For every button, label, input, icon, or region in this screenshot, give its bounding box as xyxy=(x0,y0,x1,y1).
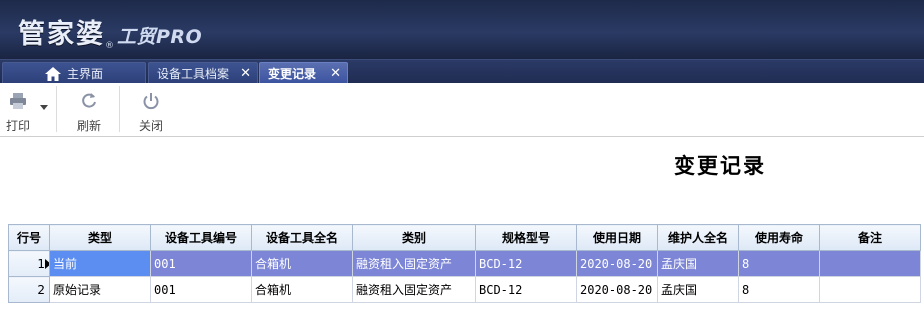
cell-model[interactable]: BCD-12 xyxy=(475,250,577,277)
close-icon[interactable]: ✕ xyxy=(240,66,251,81)
cell-model[interactable]: BCD-12 xyxy=(475,276,577,303)
cell-category[interactable]: 融资租入固定资产 xyxy=(352,276,476,303)
table-row[interactable]: 1 当前 001 合箱机 融资租入固定资产 BCD-12 2020-08-20 … xyxy=(8,250,921,277)
app-logo: 管家婆 ® 工贸PRO xyxy=(18,12,202,51)
cell-note[interactable] xyxy=(819,250,921,277)
cell-type[interactable]: 原始记录 xyxy=(49,276,151,303)
column-header[interactable]: 类型 xyxy=(49,224,151,251)
page-title: 变更记录 xyxy=(674,153,766,178)
cell-code[interactable]: 001 xyxy=(150,276,252,303)
cell-note[interactable] xyxy=(819,276,921,303)
column-header[interactable]: 规格型号 xyxy=(475,224,577,251)
toolbar-divider xyxy=(56,86,57,132)
row-number[interactable]: 1 xyxy=(8,250,50,277)
chevron-down-icon[interactable] xyxy=(40,105,48,110)
cell-life[interactable]: 8 xyxy=(738,276,820,303)
tab-change-record-label: 变更记录 xyxy=(268,67,317,81)
app-header: 管家婆 ® 工贸PRO xyxy=(0,0,924,59)
cell-name[interactable]: 合箱机 xyxy=(251,276,353,303)
cell-type[interactable]: 当前 xyxy=(49,250,151,277)
column-header[interactable]: 使用日期 xyxy=(576,224,658,251)
records-table: 行号 类型 设备工具编号 设备工具全名 类别 规格型号 使用日期 维护人全名 使… xyxy=(8,224,921,303)
cell-maintainer[interactable]: 孟庆国 xyxy=(657,276,739,303)
column-header[interactable]: 维护人全名 xyxy=(657,224,739,251)
column-header[interactable]: 备注 xyxy=(819,224,921,251)
cell-category[interactable]: 融资租入固定资产 xyxy=(352,250,476,277)
close-icon[interactable]: ✕ xyxy=(330,66,341,81)
cell-name[interactable]: 合箱机 xyxy=(251,250,353,277)
tab-equipment-archive-label: 设备工具档案 xyxy=(157,67,230,81)
toolbar-divider xyxy=(119,86,120,132)
column-header[interactable]: 使用寿命 xyxy=(738,224,820,251)
toolbar: 打印 刷新 关闭 xyxy=(0,83,924,137)
close-button[interactable]: 关闭 xyxy=(139,91,163,134)
column-header[interactable]: 类别 xyxy=(352,224,476,251)
column-header[interactable]: 设备工具全名 xyxy=(251,224,353,251)
cell-date[interactable]: 2020-08-20 xyxy=(576,250,658,277)
tab-equipment-archive[interactable]: 设备工具档案 ✕ xyxy=(148,62,258,84)
cell-code[interactable]: 001 xyxy=(150,250,252,277)
close-label: 关闭 xyxy=(139,119,164,133)
table-header-row: 行号 类型 设备工具编号 设备工具全名 类别 规格型号 使用日期 维护人全名 使… xyxy=(8,224,921,251)
cell-date[interactable]: 2020-08-20 xyxy=(576,276,658,303)
power-icon xyxy=(143,93,159,110)
print-button[interactable]: 打印 xyxy=(6,91,30,134)
row-number[interactable]: 2 xyxy=(8,276,50,303)
row-pointer-icon xyxy=(45,259,49,269)
table-row[interactable]: 2 原始记录 001 合箱机 融资租入固定资产 BCD-12 2020-08-2… xyxy=(8,276,921,303)
column-header[interactable]: 设备工具编号 xyxy=(150,224,252,251)
refresh-label: 刷新 xyxy=(77,119,102,133)
column-header[interactable]: 行号 xyxy=(8,224,50,251)
printer-icon xyxy=(10,93,26,109)
refresh-icon xyxy=(82,93,96,108)
refresh-button[interactable]: 刷新 xyxy=(77,91,101,134)
tab-home-label: 主界面 xyxy=(66,67,103,81)
cell-maintainer[interactable]: 孟庆国 xyxy=(657,250,739,277)
tab-bar: 主界面 设备工具档案 ✕ 变更记录 ✕ xyxy=(0,59,924,84)
tab-home[interactable]: 主界面 xyxy=(2,62,146,84)
logo-sub-text: 工贸PRO xyxy=(117,26,203,48)
tab-change-record[interactable]: 变更记录 ✕ xyxy=(259,62,348,84)
home-icon xyxy=(44,66,61,81)
print-label: 打印 xyxy=(6,119,31,133)
logo-main-text: 管家婆 xyxy=(18,19,105,50)
cell-life[interactable]: 8 xyxy=(738,250,820,277)
